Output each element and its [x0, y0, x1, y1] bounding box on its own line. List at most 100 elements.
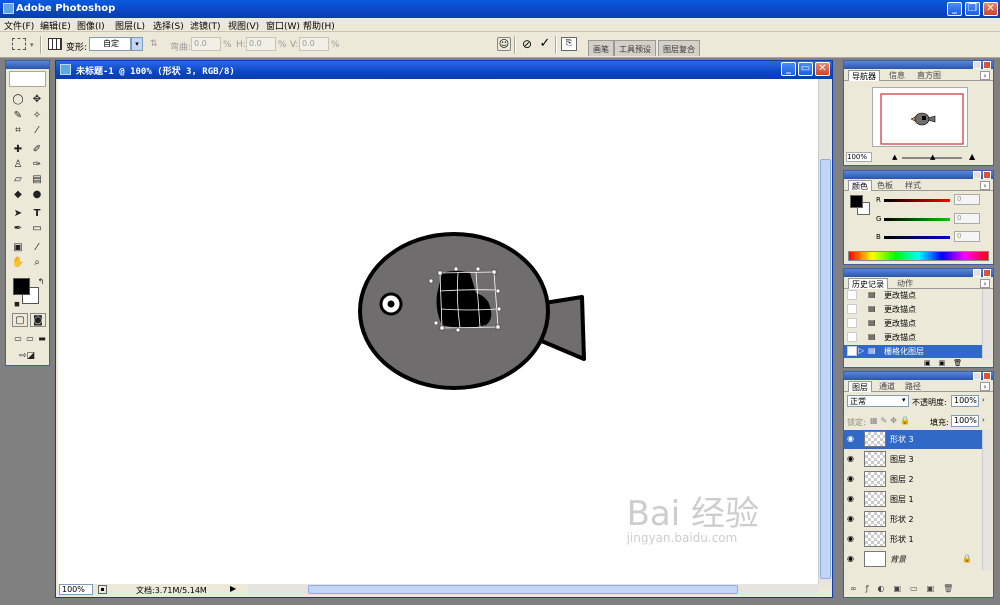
b-channel-field[interactable]: 0	[954, 231, 980, 242]
doc-restore-button[interactable]: ▭	[798, 62, 813, 76]
vertical-scroll-thumb[interactable]	[820, 159, 831, 579]
commit-transform-icon[interactable]: ✓	[538, 37, 552, 51]
menu-image[interactable]: 图像(I)	[77, 19, 105, 32]
swap-colors-icon[interactable]: ↰	[33, 275, 49, 289]
gradient-tool-icon[interactable]: ▤	[29, 173, 45, 187]
file-browser-icon[interactable]: ⎘	[561, 37, 577, 51]
blend-mode-select[interactable]: 正常	[847, 395, 909, 407]
layers-menu-button[interactable]: ›	[980, 382, 990, 391]
brush-tool-icon[interactable]: ✐	[29, 143, 45, 157]
visibility-eye-icon[interactable]: ◉	[847, 534, 857, 544]
pen-tool-icon[interactable]: ✒	[10, 222, 26, 236]
standard-mode-icon[interactable]: ▢	[12, 313, 28, 327]
history-brush-tool-icon[interactable]: ✑	[29, 158, 45, 172]
tab-swatches[interactable]: 色板	[874, 180, 896, 191]
crop-tool-icon[interactable]: ⌗	[10, 124, 26, 138]
history-item[interactable]: ▤ 更改锚点	[844, 331, 982, 344]
b-channel-slider[interactable]	[884, 236, 950, 239]
visibility-eye-icon[interactable]: ◉	[847, 454, 857, 464]
layers-minimize-button[interactable]	[973, 372, 981, 380]
layers-close-button[interactable]	[983, 372, 991, 380]
navigator-preview[interactable]	[872, 87, 968, 147]
g-channel-field[interactable]: 0	[954, 213, 980, 224]
zoom-out-icon[interactable]: ▲	[892, 153, 897, 161]
dodge-tool-icon[interactable]: ●	[29, 188, 45, 202]
bend-field[interactable]: 0.0	[191, 37, 221, 51]
color-close-button[interactable]	[983, 171, 991, 179]
history-menu-button[interactable]: ›	[980, 279, 990, 288]
zoom-in-icon[interactable]: ▲	[969, 152, 975, 161]
transform-tool-icon[interactable]	[12, 38, 26, 50]
menu-filter[interactable]: 滤镜(T)	[190, 19, 221, 32]
tab-styles[interactable]: 样式	[902, 180, 924, 191]
layer-row-selected[interactable]: ◉ 形状 3	[844, 430, 982, 449]
history-snapshot-checkbox[interactable]	[847, 332, 857, 342]
doc-close-button[interactable]: ✕	[815, 62, 830, 76]
healing-brush-tool-icon[interactable]: ✚	[10, 143, 26, 157]
lasso-tool-icon[interactable]: ✎	[10, 109, 26, 123]
document-horizontal-scrollbar[interactable]	[248, 584, 818, 595]
layer-row[interactable]: ◉ 图层 1	[844, 490, 982, 509]
history-snapshot-checkbox[interactable]	[847, 290, 857, 300]
tool-preset-arrow-icon[interactable]: ▾	[30, 41, 34, 49]
tab-color[interactable]: 颜色	[848, 180, 872, 191]
history-scrollbar[interactable]	[982, 289, 992, 359]
cancel-transform-icon[interactable]: ⊘	[520, 37, 534, 51]
color-spectrum-bar[interactable]	[848, 251, 989, 261]
menu-help[interactable]: 帮助(H)	[303, 19, 335, 32]
reference-point-icon[interactable]	[48, 38, 62, 50]
history-state-slider-icon[interactable]: ▷	[858, 346, 864, 355]
navigator-close-button[interactable]	[983, 61, 991, 69]
clone-stamp-tool-icon[interactable]: ♙	[10, 158, 26, 172]
blend-mode-arrow-icon[interactable]: ▾	[902, 396, 906, 404]
close-button[interactable]: ✕	[983, 2, 998, 16]
doc-minimize-button[interactable]: _	[781, 62, 796, 76]
history-item-selected[interactable]: ▷ ▤ 栅格化图层	[844, 345, 982, 358]
transform-select[interactable]: 自定	[89, 37, 131, 51]
notes-tool-icon[interactable]: ▣	[10, 241, 26, 255]
history-snapshot-checkbox[interactable]	[847, 304, 857, 314]
history-footer-buttons[interactable]: ▣▣🗑	[924, 359, 970, 367]
layer-row[interactable]: ◉ 形状 1	[844, 530, 982, 549]
restore-button[interactable]: ❐	[965, 2, 980, 16]
history-snapshot-checkbox[interactable]	[847, 346, 857, 356]
blur-tool-icon[interactable]: ◆	[10, 188, 26, 202]
r-channel-field[interactable]: 0	[954, 194, 980, 205]
history-minimize-button[interactable]	[973, 269, 981, 277]
fill-field[interactable]: 100%	[951, 415, 979, 427]
layer-row[interactable]: ◉ 图层 2	[844, 470, 982, 489]
visibility-eye-icon[interactable]: ◉	[847, 494, 857, 504]
h-distort-field[interactable]: 0.0	[246, 37, 276, 51]
navigator-zoom-slider-thumb[interactable]: ▲	[930, 153, 935, 161]
visibility-eye-icon[interactable]: ◉	[847, 474, 857, 484]
opacity-arrow-icon[interactable]: ›	[982, 396, 985, 404]
navigator-minimize-button[interactable]	[973, 61, 981, 69]
minimize-button[interactable]: _	[947, 2, 962, 16]
fill-arrow-icon[interactable]: ›	[982, 416, 985, 424]
well-tab-tool-presets[interactable]: 工具预设	[614, 40, 656, 56]
magic-wand-tool-icon[interactable]: ✧	[29, 109, 45, 123]
eyedropper-tool-icon[interactable]: ⁄	[29, 241, 45, 255]
screen-mode-full-icon[interactable]: ▬	[34, 332, 50, 346]
r-channel-slider[interactable]	[884, 199, 950, 202]
quick-mask-mode-icon[interactable]: ◙	[30, 313, 46, 327]
tab-navigator[interactable]: 导航器	[848, 70, 880, 81]
default-colors-icon[interactable]: ◼	[9, 297, 25, 311]
hand-tool-icon[interactable]: ✋	[10, 256, 26, 270]
tab-histogram[interactable]: 直方图	[914, 70, 944, 81]
menu-layer[interactable]: 图层(L)	[115, 19, 145, 32]
tab-history[interactable]: 历史记录	[848, 278, 888, 289]
menu-edit[interactable]: 编辑(E)	[40, 19, 71, 32]
layer-row[interactable]: ◉ 图层 3	[844, 450, 982, 469]
history-item[interactable]: ▤ 更改锚点	[844, 303, 982, 316]
eraser-tool-icon[interactable]: ▱	[10, 173, 26, 187]
menu-view[interactable]: 视图(V)	[228, 19, 259, 32]
visibility-eye-icon[interactable]: ◉	[847, 434, 857, 444]
canvas[interactable]: Bai 经验 jingyan.baidu.com	[58, 79, 819, 585]
visibility-eye-icon[interactable]: ◉	[847, 554, 857, 564]
color-menu-button[interactable]: ›	[980, 181, 990, 190]
color-minimize-button[interactable]	[973, 171, 981, 179]
type-tool-icon[interactable]: T	[29, 207, 45, 221]
move-tool-icon[interactable]: ✥	[29, 93, 45, 107]
document-vertical-scrollbar[interactable]	[818, 79, 831, 585]
